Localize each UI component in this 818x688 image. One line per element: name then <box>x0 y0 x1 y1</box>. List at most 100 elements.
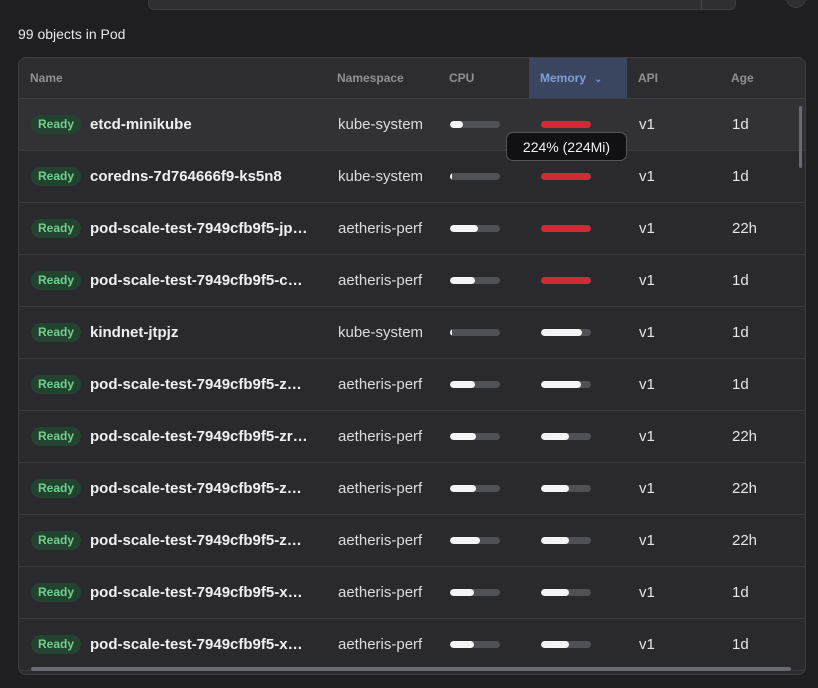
age-cell: 1d <box>732 584 749 601</box>
pod-name-link[interactable]: pod-scale-test-7949cfb9f5-x… <box>90 583 326 602</box>
memory-usage-bar[interactable] <box>541 121 591 128</box>
column-header-age-label: Age <box>731 71 754 85</box>
memory-usage-bar[interactable] <box>541 537 591 544</box>
column-header-cpu[interactable]: CPU <box>449 58 519 98</box>
memory-usage-fill <box>541 121 591 128</box>
chevron-down-icon: ⌄ <box>594 74 603 85</box>
api-version-cell: v1 <box>639 636 655 653</box>
pod-name-link[interactable]: pod-scale-test-7949cfb9f5-x… <box>90 635 326 654</box>
api-version-cell: v1 <box>639 532 655 549</box>
status-badge: Ready <box>31 635 82 654</box>
column-header-memory[interactable]: Memory ⌄ <box>529 58 627 98</box>
object-count: 99 objects in Pod <box>18 26 126 42</box>
cpu-usage-fill <box>450 329 452 336</box>
memory-usage-bar[interactable] <box>541 589 591 596</box>
table-row[interactable]: Ready kindnet-jtpjz kube-system v1 1d <box>19 307 805 359</box>
api-version-cell: v1 <box>639 584 655 601</box>
memory-usage-fill <box>541 433 569 440</box>
search-bar[interactable] <box>148 0 736 10</box>
horizontal-scrollbar[interactable] <box>31 667 791 671</box>
table-row[interactable]: Ready pod-scale-test-7949cfb9f5-x… aetheri… <box>19 619 805 671</box>
search-bar-divider <box>701 0 702 9</box>
cpu-usage-bar <box>450 485 500 492</box>
pod-name-link[interactable]: pod-scale-test-7949cfb9f5-z… <box>90 375 326 394</box>
column-header-namespace-label: Namespace <box>337 71 404 85</box>
namespace-cell: kube-system <box>338 324 424 341</box>
cpu-usage-fill <box>450 589 474 596</box>
namespace-cell: aetheris-perf <box>338 480 423 497</box>
pod-name-link[interactable]: coredns-7d764666f9-ks5n8 <box>90 167 326 186</box>
cpu-usage-bar <box>450 121 500 128</box>
cpu-usage-bar <box>450 277 500 284</box>
cpu-usage-bar <box>450 589 500 596</box>
column-header-name[interactable]: Name <box>30 58 330 98</box>
column-header-namespace[interactable]: Namespace <box>337 58 437 98</box>
table-row[interactable]: Ready pod-scale-test-7949cfb9f5-jp… aether… <box>19 203 805 255</box>
pod-name-link[interactable]: pod-scale-test-7949cfb9f5-c… <box>90 271 326 290</box>
table-row[interactable]: Ready coredns-7d764666f9-ks5n8 kube-system… <box>19 151 805 203</box>
user-avatar[interactable] <box>786 0 806 8</box>
namespace-cell: aetheris-perf <box>338 428 423 445</box>
status-badge: Ready <box>31 323 82 342</box>
api-version-cell: v1 <box>639 116 655 133</box>
status-badge: Ready <box>31 167 82 186</box>
api-version-cell: v1 <box>639 272 655 289</box>
status-badge: Ready <box>31 531 82 550</box>
age-cell: 1d <box>732 636 749 653</box>
pod-name-link[interactable]: etcd-minikube <box>90 115 326 134</box>
memory-usage-fill <box>541 589 569 596</box>
column-header-age[interactable]: Age <box>731 58 791 98</box>
api-version-cell: v1 <box>639 376 655 393</box>
column-header-api[interactable]: API <box>638 58 698 98</box>
age-cell: 22h <box>732 532 758 549</box>
pod-name-link[interactable]: kindnet-jtpjz <box>90 323 326 342</box>
api-version-cell: v1 <box>639 220 655 237</box>
column-header-name-label: Name <box>30 71 63 85</box>
table-row[interactable]: Ready pod-scale-test-7949cfb9f5-c… aetheri… <box>19 255 805 307</box>
age-cell: 1d <box>732 116 749 133</box>
table-row[interactable]: Ready etcd-minikube kube-system v1 1d <box>19 99 805 151</box>
pod-name-link[interactable]: pod-scale-test-7949cfb9f5-zr… <box>90 427 326 446</box>
cpu-usage-fill <box>450 433 476 440</box>
memory-usage-bar[interactable] <box>541 641 591 648</box>
api-version-cell: v1 <box>639 168 655 185</box>
pod-name-link[interactable]: pod-scale-test-7949cfb9f5-jp… <box>90 219 326 238</box>
table-row[interactable]: Ready pod-scale-test-7949cfb9f5-z… aetheri… <box>19 359 805 411</box>
table-row[interactable]: Ready pod-scale-test-7949cfb9f5-z… aetheri… <box>19 463 805 515</box>
cpu-usage-bar <box>450 537 500 544</box>
age-cell: 1d <box>732 324 749 341</box>
cpu-usage-bar <box>450 433 500 440</box>
column-header-cpu-label: CPU <box>449 71 475 85</box>
table-row[interactable]: Ready pod-scale-test-7949cfb9f5-x… aetheri… <box>19 567 805 619</box>
namespace-cell: kube-system <box>338 168 424 185</box>
status-badge: Ready <box>31 271 82 290</box>
memory-usage-bar[interactable] <box>541 433 591 440</box>
memory-usage-bar[interactable] <box>541 381 591 388</box>
cpu-usage-fill <box>450 225 478 232</box>
memory-usage-bar[interactable] <box>541 225 591 232</box>
cpu-usage-fill <box>450 381 475 388</box>
pod-name-link[interactable]: pod-scale-test-7949cfb9f5-z… <box>90 479 326 498</box>
namespace-cell: aetheris-perf <box>338 532 423 549</box>
cpu-usage-bar <box>450 641 500 648</box>
age-cell: 22h <box>732 428 758 445</box>
status-badge: Ready <box>31 427 82 446</box>
namespace-cell: aetheris-perf <box>338 584 423 601</box>
memory-usage-bar[interactable] <box>541 277 591 284</box>
vertical-scrollbar[interactable] <box>799 106 802 168</box>
namespace-cell: aetheris-perf <box>338 272 423 289</box>
table-row[interactable]: Ready pod-scale-test-7949cfb9f5-zr… aether… <box>19 411 805 463</box>
api-version-cell: v1 <box>639 480 655 497</box>
pod-table: Name Namespace CPU Memory ⌄ API Age Ready… <box>18 57 806 675</box>
age-cell: 1d <box>732 376 749 393</box>
cpu-usage-bar <box>450 173 500 180</box>
pod-name-link[interactable]: pod-scale-test-7949cfb9f5-z… <box>90 531 326 550</box>
memory-usage-fill <box>541 641 569 648</box>
table-row[interactable]: Ready pod-scale-test-7949cfb9f5-z… aetheri… <box>19 515 805 567</box>
memory-usage-bar[interactable] <box>541 173 591 180</box>
cpu-usage-fill <box>450 277 475 284</box>
memory-usage-fill <box>541 381 581 388</box>
memory-usage-bar[interactable] <box>541 329 591 336</box>
age-cell: 1d <box>732 168 749 185</box>
memory-usage-bar[interactable] <box>541 485 591 492</box>
